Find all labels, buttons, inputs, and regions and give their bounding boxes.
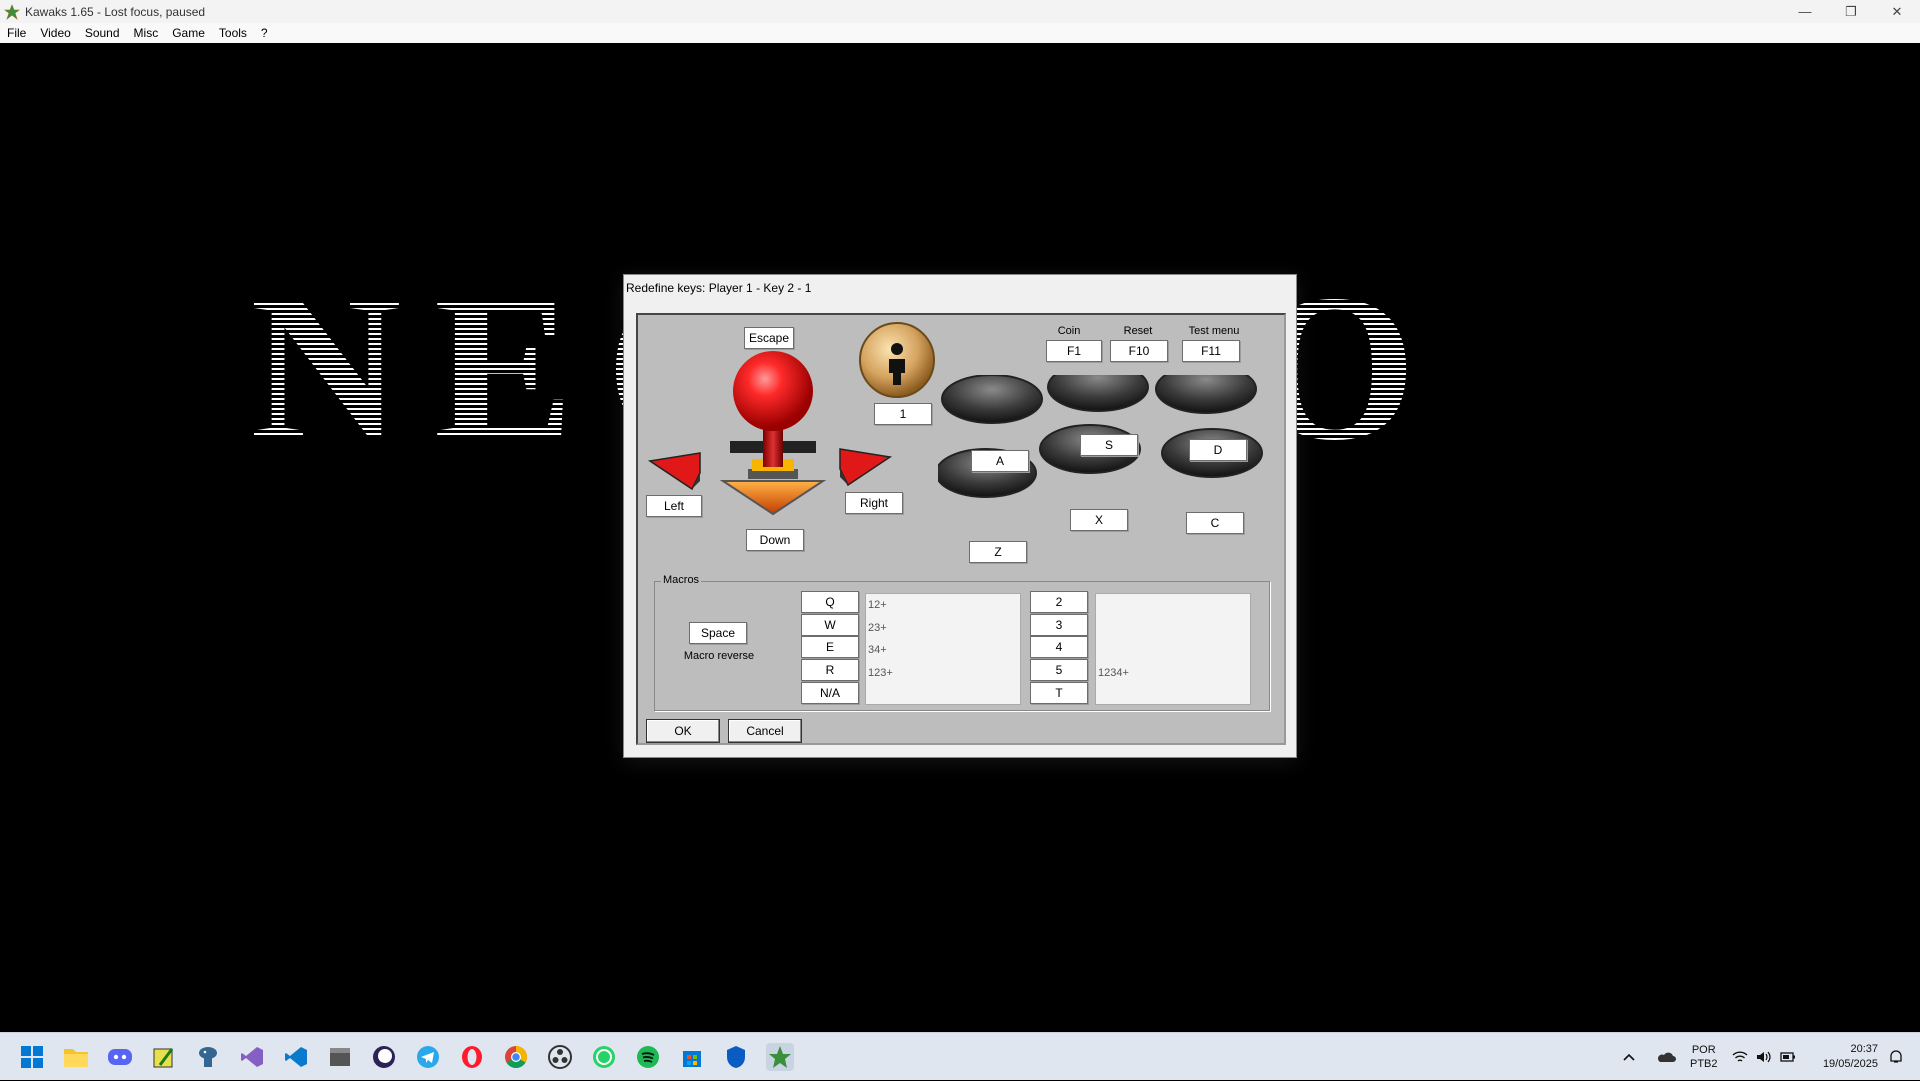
- reset-label: Reset: [1123, 325, 1153, 337]
- button-x-key-field[interactable]: X: [1070, 509, 1128, 531]
- start-menu-icon[interactable]: [18, 1043, 46, 1071]
- wifi-icon: [1732, 1051, 1748, 1062]
- volume-icon: [1757, 1051, 1771, 1063]
- menu-tools[interactable]: Tools: [212, 26, 254, 40]
- dialog-panel: Escape Left Right Down 1 Coin F1 Reset F…: [636, 313, 1286, 745]
- macros-group: Macros Space Macro reverse Q W E R N/A 1…: [654, 574, 1270, 711]
- discord-icon[interactable]: [106, 1043, 134, 1071]
- macro-key-e[interactable]: E: [801, 636, 859, 658]
- left-arrow-icon: [648, 452, 701, 491]
- player-start-icon: [859, 322, 935, 398]
- macro-combo-23: 23+: [868, 621, 887, 634]
- battery-icon: [1780, 1052, 1795, 1062]
- app-window-icon[interactable]: [326, 1043, 354, 1071]
- macro-combo-1234: 1234+: [1098, 667, 1129, 679]
- redefine-keys-dialog: Redefine keys: Player 1 - Key 2 - 1 Esca…: [623, 274, 1297, 758]
- kawaks-taskbar-icon[interactable]: [766, 1043, 794, 1071]
- macro-key-3[interactable]: 3: [1030, 614, 1088, 636]
- menu-misc[interactable]: Misc: [127, 26, 166, 40]
- menubar: File Video Sound Misc Game Tools ?: [0, 23, 1920, 43]
- menu-game[interactable]: Game: [165, 26, 212, 40]
- taskbar: POR PTB2 20:37 19/05/2025: [0, 1032, 1920, 1080]
- eclipse-icon[interactable]: [370, 1043, 398, 1071]
- down-key-field[interactable]: Down: [746, 529, 804, 551]
- notifications-icon[interactable]: [1888, 1033, 1904, 1081]
- macro-key-t[interactable]: T: [1030, 682, 1088, 704]
- macro-combo-12: 12+: [868, 599, 887, 611]
- spotify-icon[interactable]: [634, 1043, 662, 1071]
- menu-help[interactable]: ?: [254, 26, 275, 40]
- macro-reverse-label: Macro reverse: [683, 650, 755, 662]
- right-key-field[interactable]: Right: [845, 492, 903, 514]
- chrome-icon[interactable]: [502, 1043, 530, 1071]
- vscode-icon[interactable]: [282, 1043, 310, 1071]
- test-menu-key-field[interactable]: F11: [1182, 340, 1240, 362]
- obs-icon[interactable]: [546, 1043, 574, 1071]
- quick-settings[interactable]: [1732, 1033, 1796, 1081]
- input-language[interactable]: POR PTB2: [1690, 1033, 1718, 1081]
- window-title: Kawaks 1.65 - Lost focus, paused: [25, 4, 206, 19]
- database-icon[interactable]: [194, 1043, 222, 1071]
- macro-reverse-key-field[interactable]: Space: [689, 622, 747, 644]
- close-button[interactable]: ✕: [1874, 0, 1920, 23]
- macros-legend: Macros: [661, 574, 702, 586]
- menu-sound[interactable]: Sound: [78, 26, 127, 40]
- macro-key-4[interactable]: 4: [1030, 636, 1088, 658]
- image-editor-icon[interactable]: [150, 1043, 178, 1071]
- cancel-button[interactable]: Cancel: [728, 719, 802, 743]
- macro-key-r[interactable]: R: [801, 659, 859, 681]
- left-key-field[interactable]: Left: [646, 495, 702, 517]
- ok-button[interactable]: OK: [646, 719, 720, 743]
- clock-time: 20:37: [1850, 1043, 1878, 1055]
- menu-video[interactable]: Video: [33, 26, 77, 40]
- clock-date: 19/05/2025: [1822, 1058, 1878, 1070]
- tray-overflow-icon[interactable]: [1622, 1033, 1636, 1081]
- macro-key-5[interactable]: 5: [1030, 659, 1088, 681]
- button-d-key-field[interactable]: D: [1189, 439, 1247, 461]
- joystick-icon: [719, 351, 827, 516]
- coin-label: Coin: [1057, 325, 1081, 337]
- right-arrow-icon: [839, 448, 892, 487]
- button-z-key-field[interactable]: Z: [969, 541, 1027, 563]
- whatsapp-icon[interactable]: [590, 1043, 618, 1071]
- test-menu-label: Test menu: [1188, 325, 1240, 337]
- start-key-field[interactable]: 1: [874, 403, 932, 425]
- macro-key-q[interactable]: Q: [801, 591, 859, 613]
- macro-combo-list-right: 1234+: [1095, 593, 1251, 705]
- minimize-button[interactable]: —: [1782, 0, 1828, 23]
- macro-combo-34: 34+: [868, 644, 887, 656]
- kawaks-app-icon: [4, 3, 20, 20]
- file-explorer-icon[interactable]: [62, 1043, 90, 1071]
- coin-key-field[interactable]: F1: [1046, 340, 1102, 362]
- keyboard-layout: PTB2: [1690, 1058, 1718, 1070]
- telegram-icon[interactable]: [414, 1043, 442, 1071]
- microsoft-store-icon[interactable]: [678, 1043, 706, 1071]
- window-titlebar: Kawaks 1.65 - Lost focus, paused — ❐ ✕: [0, 0, 1920, 23]
- language-code: POR: [1691, 1044, 1716, 1056]
- opera-icon[interactable]: [458, 1043, 486, 1071]
- dialog-title: Redefine keys: Player 1 - Key 2 - 1: [626, 281, 812, 295]
- macro-key-w[interactable]: W: [801, 614, 859, 636]
- defender-icon[interactable]: [722, 1043, 750, 1071]
- visual-studio-icon[interactable]: [238, 1043, 266, 1071]
- clock[interactable]: 20:37 19/05/2025: [1812, 1033, 1878, 1081]
- button-s-key-field[interactable]: S: [1080, 434, 1138, 456]
- button-c-key-field[interactable]: C: [1186, 512, 1244, 534]
- macro-key-na[interactable]: N/A: [801, 682, 859, 704]
- maximize-button[interactable]: ❐: [1828, 0, 1874, 23]
- macro-key-2[interactable]: 2: [1030, 591, 1088, 613]
- onedrive-icon[interactable]: [1656, 1033, 1676, 1081]
- macro-combo-list-left: 12+ 23+ 34+ 123+: [865, 593, 1021, 705]
- menu-file[interactable]: File: [0, 26, 33, 40]
- reset-key-field[interactable]: F10: [1110, 340, 1168, 362]
- macro-combo-123: 123+: [868, 666, 893, 679]
- button-a-key-field[interactable]: A: [971, 450, 1029, 472]
- up-key-field[interactable]: Escape: [744, 327, 794, 349]
